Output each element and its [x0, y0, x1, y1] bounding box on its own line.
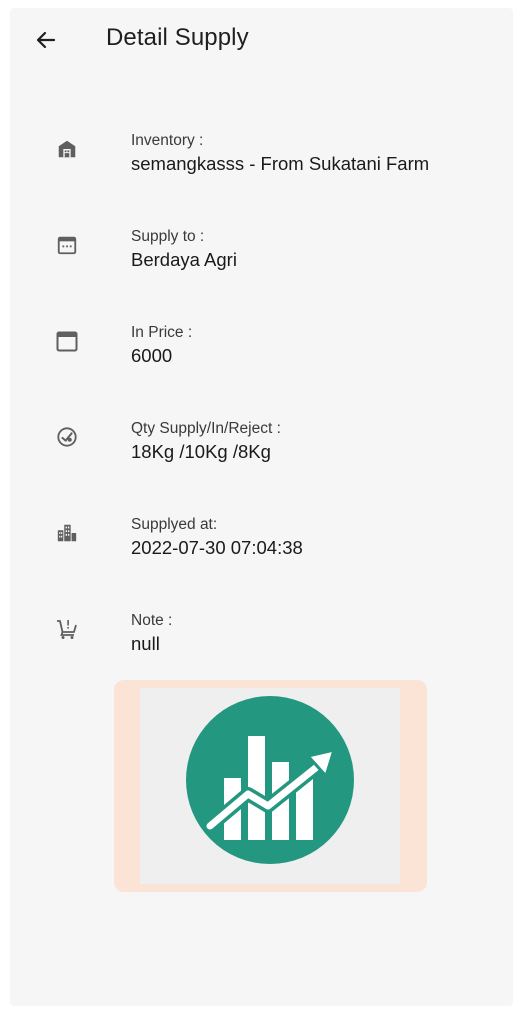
detail-row-inventory: Inventory : semangkasss - From Sukatani …	[10, 132, 513, 192]
cart-alert-icon	[54, 616, 80, 642]
calendar-dots-icon	[54, 232, 80, 258]
in-price-value: 6000	[131, 345, 173, 366]
inventory-label: Inventory :	[131, 132, 204, 149]
supply-to-label: Supply to :	[131, 228, 205, 245]
arrow-left-icon	[36, 31, 56, 49]
detail-row-supply-to: Supply to : Berdaya Agri	[10, 228, 513, 288]
detail-row-supplied-at: Supplyed at: 2022-07-30 07:04:38	[10, 516, 513, 576]
warehouse-icon	[54, 136, 80, 162]
supplied-at-value: 2022-07-30 07:04:38	[131, 537, 303, 558]
detail-row-in-price: In Price : 6000	[10, 324, 513, 384]
app-bar: Detail Supply	[10, 8, 513, 72]
note-label: Note :	[131, 612, 173, 629]
supplied-at-label: Supplyed at:	[131, 516, 218, 533]
buildings-icon	[54, 520, 80, 546]
supply-image-card[interactable]	[114, 680, 427, 892]
supply-image	[140, 688, 400, 884]
calendar-blank-icon	[54, 328, 80, 354]
supply-to-value: Berdaya Agri	[131, 249, 237, 270]
detail-row-qty: Qty Supply/In/Reject : 18Kg /10Kg /8Kg	[10, 420, 513, 480]
note-value: null	[131, 633, 160, 654]
page-title: Detail Supply	[106, 24, 249, 51]
back-button[interactable]	[28, 22, 64, 58]
qty-label: Qty Supply/In/Reject :	[131, 420, 281, 437]
quantity-badge-icon	[54, 424, 80, 450]
inventory-value: semangkasss - From Sukatani Farm	[131, 153, 430, 174]
qty-value: 18Kg /10Kg /8Kg	[131, 441, 271, 462]
screen: Detail Supply Inventory : semangkasss - …	[10, 8, 513, 1006]
in-price-label: In Price :	[131, 324, 193, 341]
detail-row-note: Note : null	[10, 612, 513, 672]
growth-chart-logo	[186, 696, 354, 864]
